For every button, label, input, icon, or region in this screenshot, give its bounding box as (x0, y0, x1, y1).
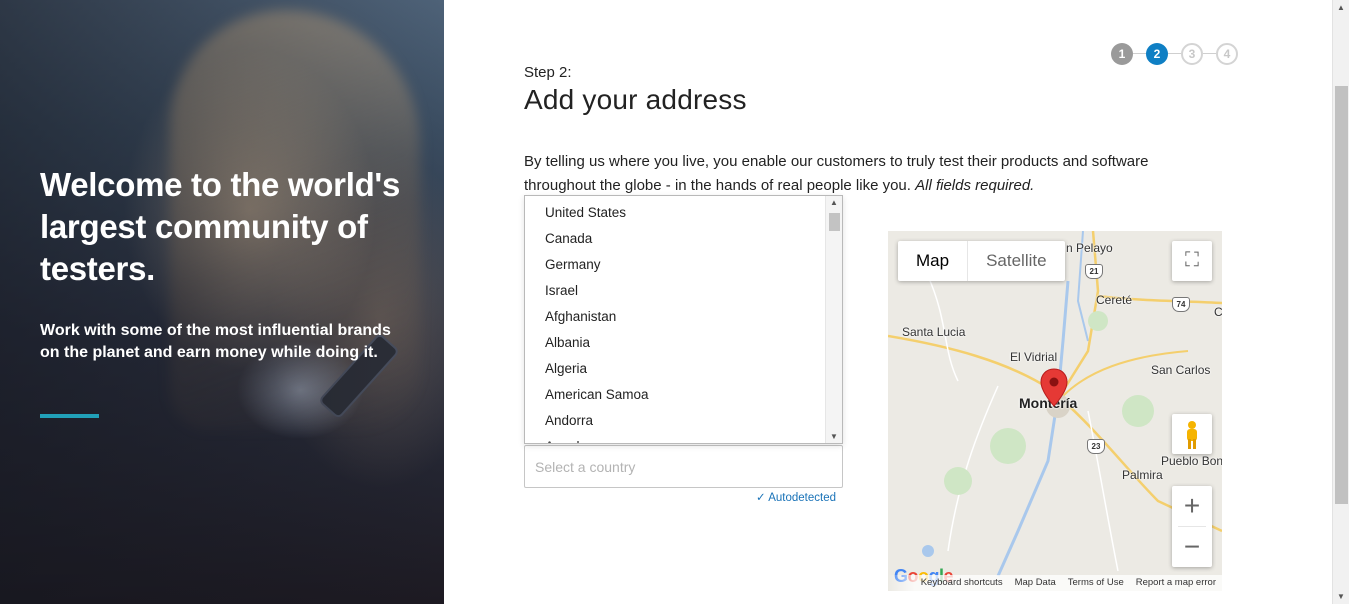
scroll-down-icon[interactable]: ▼ (826, 432, 842, 441)
country-option-afghanistan[interactable]: Afghanistan (525, 300, 842, 326)
zoom-in-button[interactable]: + (1172, 486, 1212, 526)
scroll-down-icon[interactable]: ▼ (1333, 592, 1349, 601)
location-map[interactable]: Map Satellite ⛶ n Pelayo Cereté C Santa … (888, 231, 1222, 591)
check-icon: ✓ (756, 492, 766, 504)
scroll-up-icon[interactable]: ▲ (1333, 3, 1349, 12)
country-option-andorra[interactable]: Andorra (525, 404, 842, 430)
minus-icon: − (1183, 531, 1201, 562)
location-pin-icon[interactable] (1040, 368, 1068, 408)
step-label: Step 2: (524, 64, 572, 81)
route-shield: 74 (1172, 297, 1190, 312)
place-label: n Pelayo (1066, 241, 1113, 255)
route-shield: 21 (1085, 264, 1103, 279)
place-label: San Carlos (1151, 363, 1211, 377)
hero-title: Welcome to the world's largest community… (40, 166, 401, 287)
place-label: C (1214, 305, 1222, 319)
map-type-map-button[interactable]: Map (898, 241, 969, 281)
country-option-angola[interactable]: Angola (525, 430, 842, 443)
pegman-icon (1187, 421, 1197, 449)
place-label: Pueblo Bon (1161, 454, 1222, 468)
intro-text: By telling us where you live, you enable… (524, 153, 1149, 194)
place-label: Santa Lucia (902, 325, 966, 339)
place-label: Cereté (1096, 293, 1133, 307)
map-type-satellite-button[interactable]: Satellite (968, 241, 1064, 281)
country-dropdown-list[interactable]: United States Canada Germany Israel Afgh… (524, 195, 843, 444)
hero-accent-rule (40, 414, 99, 418)
country-option-united-states[interactable]: United States (525, 196, 842, 222)
hero-panel: Welcome to the world's largest community… (0, 0, 444, 604)
country-option-israel[interactable]: Israel (525, 274, 842, 300)
scroll-up-icon[interactable]: ▲ (826, 198, 842, 207)
route-shield: 23 (1087, 439, 1105, 454)
country-option-algeria[interactable]: Algeria (525, 352, 842, 378)
page-title: Add your address (524, 84, 747, 115)
map-footer: Keyboard shortcuts Map Data Terms of Use… (888, 575, 1222, 591)
zoom-control: + − (1172, 486, 1212, 567)
country-option-germany[interactable]: Germany (525, 248, 842, 274)
page-scroll-thumb[interactable] (1335, 86, 1348, 504)
step-2: 2 (1146, 43, 1168, 65)
street-view-pegman-button[interactable] (1172, 414, 1212, 454)
dropdown-scroll-thumb[interactable] (829, 213, 840, 231)
plus-icon: + (1183, 490, 1201, 521)
hero-subtitle: Work with some of the most influential b… (40, 322, 391, 361)
zoom-out-button[interactable]: − (1172, 527, 1212, 567)
map-type-toggle: Map Satellite (898, 241, 1065, 281)
map-data-link[interactable]: Map Data (1015, 575, 1056, 591)
step-1: 1 (1111, 43, 1133, 65)
country-option-albania[interactable]: Albania (525, 326, 842, 352)
autodetected-note: ✓ Autodetected (756, 492, 836, 504)
country-select-input[interactable] (524, 445, 843, 488)
country-option-american-samoa[interactable]: American Samoa (525, 378, 842, 404)
report-map-error-link[interactable]: Report a map error (1136, 575, 1216, 591)
terms-of-use-link[interactable]: Terms of Use (1068, 575, 1124, 591)
keyboard-shortcuts-link[interactable]: Keyboard shortcuts (921, 575, 1003, 591)
step-3: 3 (1181, 43, 1203, 65)
fullscreen-button[interactable]: ⛶ (1172, 241, 1212, 281)
step-4: 4 (1216, 43, 1238, 65)
required-note: All fields required. (915, 177, 1035, 194)
dropdown-scrollbar[interactable]: ▲ ▼ (825, 196, 842, 443)
place-label: Palmira (1122, 468, 1163, 482)
place-label: El Vidrial (1010, 350, 1058, 364)
progress-stepper: 1 2 3 4 (1111, 43, 1241, 65)
page-scrollbar[interactable]: ▲ ▼ (1332, 0, 1349, 604)
fullscreen-icon: ⛶ (1185, 249, 1199, 271)
country-option-canada[interactable]: Canada (525, 222, 842, 248)
